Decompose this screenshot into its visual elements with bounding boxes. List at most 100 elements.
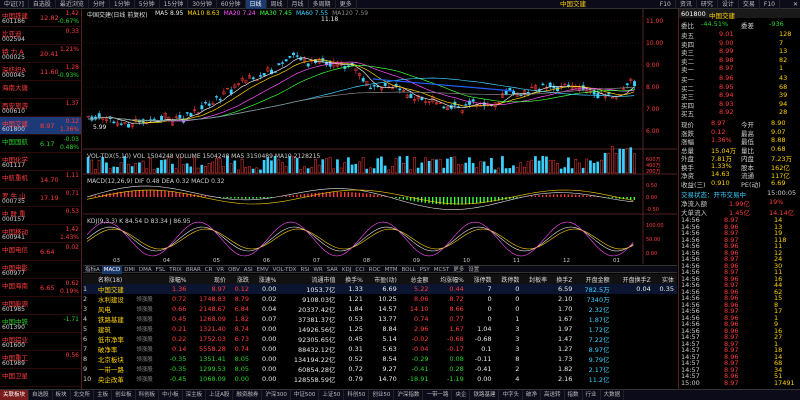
indicator-tab[interactable]: MTM [383,266,400,274]
indicator-tab[interactable]: ASI [242,266,255,274]
topbar-right-item-0[interactable]: F10 [656,0,676,9]
table-row[interactable]: 8 北京板块 领涨股 -0.35 1351.41 8.05 0.00 134194.22亿 0.… [83,354,677,364]
bottom-tab[interactable]: 一带一路 [423,390,453,400]
watchlist-item[interactable]: 罗 牛 山 000735 17.19 0.71 [0,189,81,207]
table-row[interactable]: 1 中国交建 1.36 8.97 0.12 0.00 1053.7亿 1.33 6.69 5.22… [83,284,677,294]
bottom-tab[interactable]: 行业 [583,390,601,400]
indicator-tab[interactable]: 更多 [451,266,466,274]
topbar-tab-10[interactable]: 周线 [267,0,288,9]
bottom-tab[interactable]: 破净 [523,390,542,400]
watchlist-item[interactable]: 深纺织A 000045 11.60 1.28 -0.93% [0,63,81,81]
watchlist-item[interactable]: 中国交建 601800 8.97 0.12 1.36% [0,117,81,135]
indicator-tab[interactable]: BRAR [184,266,203,274]
topbar-tab-2[interactable]: 最近浏览 [56,0,89,9]
table-header[interactable]: 换手Z [550,274,576,284]
bottom-tab[interactable]: 高送转 [541,390,565,400]
indicator-tab[interactable]: MCST [432,266,451,274]
bottom-tab[interactable]: 央企 [452,390,471,400]
table-row[interactable]: 7 破净率 领涨股 0.14 5558.28 0.74 0.00 88432.12亿 0.31 5… [83,344,677,354]
table-header[interactable]: 涨幅% [162,274,190,284]
table-header[interactable]: 开盘金额 [575,274,613,284]
close-icon[interactable]: ✕ [793,0,798,9]
bottom-tab[interactable]: 中小板 [159,390,183,400]
table-row[interactable]: 10 央企改革 领涨股 -0.45 1068.09 0.00 0.00 128558.59亿 0… [83,374,677,384]
table-header[interactable]: 流通市值 [279,274,339,284]
bottom-tab[interactable]: 主板 [94,390,113,400]
kline-chart-svg[interactable]: 11.0010.009.008.007.006.0011.185.99600万4… [83,9,677,264]
table-header[interactable]: 涨停数 [466,274,495,284]
table-header[interactable]: 涨速% [252,274,280,284]
table-header[interactable]: 均涨幅% [431,274,467,284]
table-header[interactable]: 实体 [653,274,677,284]
bottom-tab[interactable]: 自选股 [29,390,53,400]
bottom-tab[interactable]: 板块 [53,390,71,400]
bottom-tab[interactable]: 科创50 [344,390,370,400]
indicator-tab[interactable]: PSY [418,266,432,274]
table-header[interactable]: 名称(18) [97,274,137,284]
indicator-tab[interactable]: VR [214,266,226,274]
watchlist-item[interactable]: 中国铝业 601600 [0,333,81,351]
topbar-tab-3[interactable]: 分时 [89,0,110,9]
bottom-tab[interactable]: 北交所 [71,390,95,400]
watchlist-item[interactable]: 中国化学 601117 [0,153,81,171]
indicator-tab[interactable]: DMI [122,266,137,274]
bottom-tab[interactable]: 创业50 [369,390,395,400]
bottom-tab[interactable]: 创业板 [112,390,136,400]
bottom-tab[interactable]: 中字头 [499,390,523,400]
watchlist-item[interactable]: 比亚迪 002594 0.33 [0,27,81,45]
indicator-tab[interactable]: DMA [137,266,154,274]
watchlist-item[interactable]: 中国电信 6.64 0.02 [0,243,81,261]
indicator-tab[interactable]: FSL [154,266,168,274]
bottom-tab[interactable]: 铁路基建 [470,390,500,400]
bottom-tab[interactable]: 科创板 [136,390,160,400]
bottom-tab[interactable]: 关联板块 [0,390,30,400]
bottom-tab[interactable]: 融资融券 [233,390,263,400]
watchlist-item[interactable]: 中 联 重 000157 0.53 [0,207,81,225]
table-header[interactable] [83,274,98,284]
table-header[interactable]: 封板率 [522,274,551,284]
table-row[interactable]: 5 建筑 领涨股 0.21 1321.40 8.74 0.00 14926.56亿 1.25 8.… [83,324,677,334]
watchlist-item[interactable]: 中国电影 600977 [0,261,81,279]
table-row[interactable]: 2 水利建设 领涨股 0.72 1748.83 8.79 0.02 9108.03亿 1.21 1… [83,294,677,304]
topbar-tab-1[interactable]: 自选股 [29,0,56,9]
indicator-tab[interactable]: RSI [298,266,311,274]
indicator-tab[interactable]: 指标A [83,266,102,274]
watchlist-item[interactable]: 特 力 A 000025 20.41 1.21% [0,45,81,63]
table-header[interactable]: 现价 [189,274,229,284]
topbar-right-item-2[interactable]: 研究 [697,0,718,9]
watchlist-item[interactable]: 中国国航 6.17 -0.03 0.48% [0,135,81,153]
watchlist-item[interactable]: 中航重机 14.70 1.11 [0,171,81,189]
topbar-tab-7[interactable]: 30分钟 [188,0,217,9]
topbar-tab-9[interactable]: 日线 [245,0,267,9]
watchlist-item[interactable]: 中国卫星 [0,369,81,387]
watchlist-item[interactable]: 海南大唐 [0,81,81,99]
topbar-tab-13[interactable]: 更多 [336,0,357,9]
table-row[interactable]: 6 低市净率 领涨股 0.22 1752.03 6.73 0.00 92305.65亿 0.45… [83,334,677,344]
watchlist-item[interactable]: 西安旅游 000610 1.37 [0,99,81,117]
table-header[interactable]: 总金额 [399,274,432,284]
bottom-tab[interactable]: 深主板 [183,390,207,400]
table-header[interactable]: 开盘换手Z [612,274,654,284]
topbar-tab-0[interactable]: 中证[?] [0,0,29,9]
bottom-tab[interactable]: 上证A股 [206,390,234,400]
bottom-tab[interactable]: 中证500 [291,390,320,400]
bottom-tab[interactable]: 上证50 [319,390,345,400]
indicator-tab[interactable]: KDJ [340,266,353,274]
table-header[interactable]: 涨跌 [228,274,253,284]
indicator-tab[interactable]: BOLL [399,266,417,274]
indicator-tab[interactable]: VOL-TDX [271,266,299,274]
table-header[interactable] [136,274,163,284]
indicator-tab[interactable]: CCI [353,266,366,274]
watchlist-item[interactable]: 中国能源 601985 [0,297,81,315]
indicator-tab[interactable]: WR [311,266,324,274]
table-row[interactable]: 9 一带一路 领涨股 -0.35 1299.53 8.05 0.00 60854.28亿 0.7… [83,364,677,374]
topbar-tab-8[interactable]: 60分钟 [217,0,246,9]
indicator-tab[interactable]: CR [203,266,215,274]
bottom-tab[interactable]: 沪深300 [262,390,291,400]
table-header[interactable]: 换手% [338,274,366,284]
bottom-tab[interactable]: 沪深指数 [394,390,424,400]
topbar-right-item-3[interactable]: 设计 [718,0,739,9]
indicator-tab[interactable]: OBV [226,266,242,274]
table-row[interactable]: 3 风电 领涨股 0.66 2148.67 6.84 0.04 20337.42亿 1.84 14… [83,304,677,314]
table-header[interactable]: 跌停数 [494,274,523,284]
